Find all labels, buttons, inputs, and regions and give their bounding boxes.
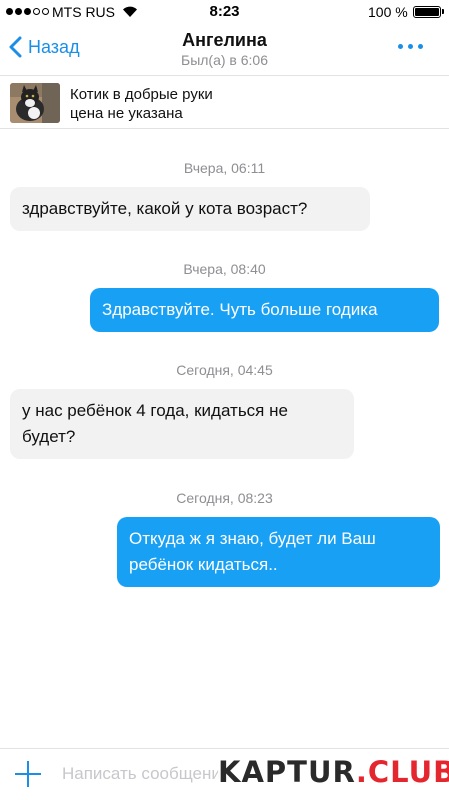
more-dots-icon (398, 44, 403, 49)
message-timestamp: Сегодня, 04:45 (176, 362, 273, 378)
outgoing-message[interactable]: Здравствуйте. Чуть больше годика (90, 288, 439, 332)
watermark-text: KAPTUR (218, 755, 356, 789)
battery-icon (413, 6, 441, 18)
battery-tip (442, 9, 444, 14)
watermark-domain: .CLUB (355, 755, 449, 789)
listing-thumbnail (10, 83, 60, 123)
back-button[interactable]: Назад (8, 36, 80, 58)
more-options-button[interactable] (398, 44, 423, 49)
nav-bar: Назад Ангелина Был(а) в 6:06 (0, 24, 449, 76)
add-attachment-button[interactable] (15, 761, 41, 787)
message-timestamp: Вчера, 06:11 (183, 160, 266, 176)
back-label: Назад (28, 36, 80, 57)
listing-price: цена не указана (70, 105, 183, 122)
listing-preview[interactable]: Котик в добрые руки цена не указана (0, 77, 449, 129)
conversation-header: Ангелина Был(а) в 6:06 (100, 30, 349, 68)
outgoing-message[interactable]: Откуда ж я знаю, будет ли Ваш ребёнок ки… (117, 517, 440, 587)
cat-photo-icon (10, 83, 60, 123)
contact-name: Ангелина (182, 30, 267, 50)
message-timestamp: Вчера, 08:40 (183, 261, 266, 277)
message-timestamp: Сегодня, 08:23 (176, 490, 273, 506)
listing-title: Котик в добрые руки (70, 86, 213, 103)
chevron-left-icon (9, 36, 22, 58)
watermark-logo: KAPTUR .CLUB (218, 754, 449, 790)
status-bar: MTS RUS 8:23 100 % (0, 0, 449, 24)
last-seen-status: Был(а) в 6:06 (181, 52, 268, 68)
incoming-message[interactable]: у нас ребёнок 4 года, кидаться не будет? (10, 389, 354, 459)
battery-percentage: 100 % (368, 4, 408, 20)
incoming-message[interactable]: здравствуйте, какой у кота возраст? (10, 187, 370, 231)
